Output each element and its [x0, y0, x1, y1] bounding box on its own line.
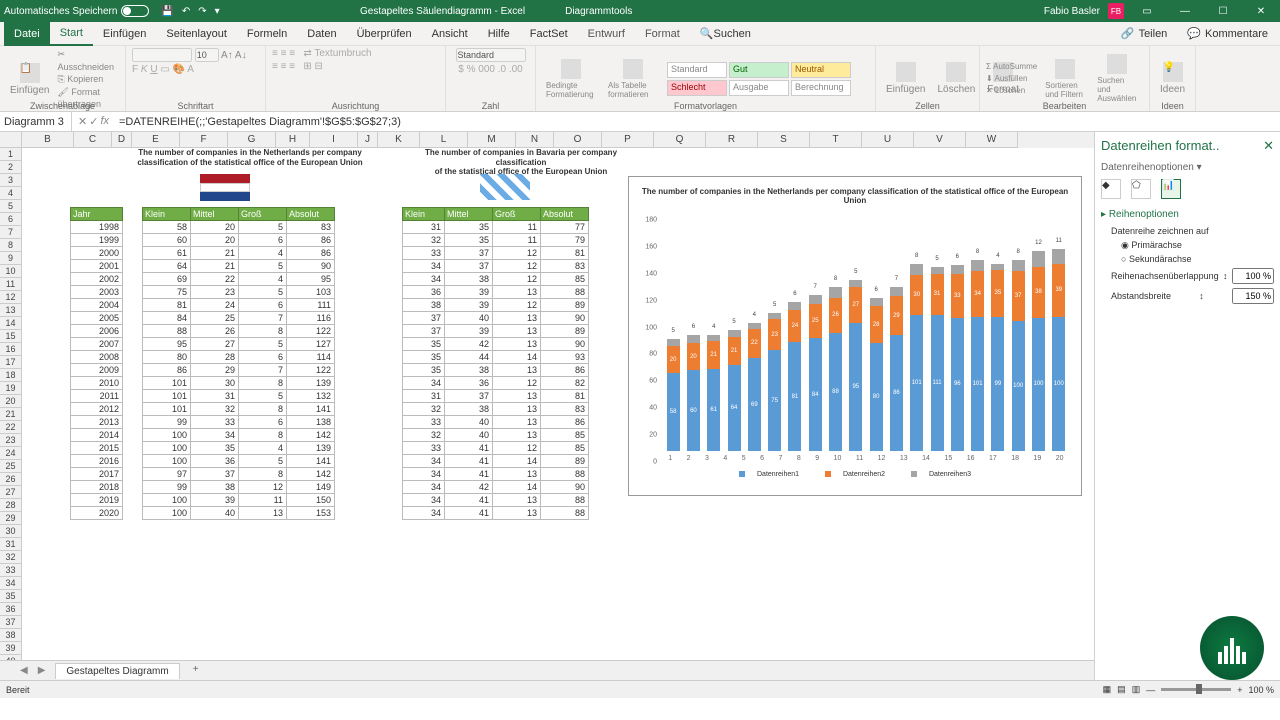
- chart-object[interactable]: The number of companies in the Netherlan…: [628, 176, 1082, 496]
- sheet-nav-prev-icon[interactable]: ◀: [20, 665, 28, 676]
- paste-button[interactable]: 📋Einfügen: [6, 61, 53, 98]
- series-options-tab-icon[interactable]: 📊: [1161, 179, 1181, 199]
- netherlands-flag-icon: [200, 174, 250, 200]
- search-box[interactable]: 🔍 Suchen: [690, 22, 761, 46]
- chart-legend[interactable]: Datenreihen1 Datenreihen2 Datenreihen3: [629, 469, 1081, 480]
- add-sheet-button[interactable]: +: [188, 663, 204, 679]
- ideas-button[interactable]: 💡Ideen: [1156, 60, 1189, 97]
- sort-filter-button[interactable]: Sortieren und Filtern: [1041, 57, 1089, 101]
- formula-input[interactable]: =DATENREIHE(;;'Gestapeltes Diagramm'!$G$…: [115, 116, 1280, 128]
- ribbon: 📋Einfügen ✂ Ausschneiden ⎘ Kopieren 🖌 Fo…: [0, 46, 1280, 112]
- find-select-button[interactable]: Suchen und Auswählen: [1093, 52, 1141, 105]
- delete-cells-button[interactable]: Löschen: [933, 60, 979, 97]
- fx-icon[interactable]: fx: [100, 115, 109, 128]
- sheet-tab-active[interactable]: Gestapeltes Diagramm: [55, 663, 179, 679]
- table-format-button: Als Tabelle formatieren: [604, 57, 662, 101]
- sheet-tabs: ◀ ▶ Gestapeltes Diagramm +: [0, 660, 1094, 680]
- accept-formula-icon[interactable]: ✓: [89, 115, 98, 128]
- format-pane: Datenreihen format..✕ Datenreihenoptione…: [1094, 132, 1280, 680]
- tab-daten[interactable]: Daten: [297, 22, 346, 46]
- bavaria-flag-icon: [480, 174, 530, 200]
- row-headers[interactable]: 1234567891011121314151617181920212223242…: [0, 148, 22, 660]
- column-headers[interactable]: BCDEFGHIJKLMNOPQRSTUVW: [0, 132, 1094, 148]
- table1-title: The number of companies in the Netherlan…: [92, 148, 408, 167]
- save-icon[interactable]: 💾: [161, 6, 173, 17]
- data-table-2: KleinMittelGroßAbsolut313511773235117933…: [402, 207, 589, 520]
- tab-format[interactable]: Format: [635, 22, 690, 46]
- conditional-format-button: Bedingte Formatierung: [542, 57, 600, 101]
- tab-seitenlayout[interactable]: Seitenlayout: [156, 22, 237, 46]
- minimize-icon[interactable]: —: [1170, 0, 1200, 22]
- chart-x-axis: 1234567891011121314151617181920: [661, 455, 1071, 469]
- close-icon[interactable]: ✕: [1246, 0, 1276, 22]
- sheet-nav-next-icon[interactable]: ▶: [38, 665, 46, 676]
- name-box[interactable]: Diagramm 3: [0, 112, 72, 131]
- zoom-in-icon[interactable]: +: [1237, 685, 1242, 695]
- effects-tab-icon[interactable]: ⬠: [1131, 179, 1151, 199]
- qat-more-icon[interactable]: ▾: [215, 6, 220, 17]
- cancel-formula-icon[interactable]: ✕: [78, 115, 87, 128]
- tab-entwurf[interactable]: Entwurf: [578, 22, 635, 46]
- tab-ueberpruefen[interactable]: Überprüfen: [347, 22, 422, 46]
- select-all-corner[interactable]: [0, 132, 22, 148]
- redo-icon[interactable]: ↷: [198, 6, 206, 17]
- status-text: Bereit: [6, 685, 30, 695]
- fill-line-tab-icon[interactable]: ◆: [1101, 179, 1121, 199]
- status-bar: Bereit ▦ ▤ ▥ — + 100 %: [0, 680, 1280, 698]
- chart-title: The number of companies in the Netherlan…: [629, 177, 1081, 209]
- tab-einfuegen[interactable]: Einfügen: [93, 22, 156, 46]
- cut-button[interactable]: ✂ Ausschneiden: [57, 48, 119, 73]
- formula-bar: Diagramm 3 ✕✓fx =DATENREIHE(;;'Gestapelt…: [0, 112, 1280, 132]
- tab-formeln[interactable]: Formeln: [237, 22, 297, 46]
- insert-cells-button[interactable]: Einfügen: [882, 60, 929, 97]
- undo-icon[interactable]: ↶: [182, 6, 190, 17]
- pane-close-icon[interactable]: ✕: [1263, 138, 1274, 154]
- menu-bar: Datei Start Einfügen Seitenlayout Formel…: [0, 22, 1280, 46]
- view-pagebreak-icon[interactable]: ▥: [1132, 684, 1141, 695]
- copy-button[interactable]: ⎘ Kopieren: [57, 73, 119, 86]
- zoom-slider[interactable]: [1161, 688, 1231, 691]
- title-bar: Automatisches Speichern 💾 ↶ ↷ ▾ Gestapel…: [0, 0, 1280, 22]
- chart-bars[interactable]: 5820560206612146421569224752358124684257…: [661, 209, 1071, 451]
- maximize-icon[interactable]: ☐: [1208, 0, 1238, 22]
- tab-file[interactable]: Datei: [4, 22, 50, 46]
- tab-factset[interactable]: FactSet: [520, 22, 578, 46]
- zoom-level[interactable]: 100 %: [1248, 685, 1274, 695]
- chart-y-axis: 020406080100120140160180: [635, 209, 659, 469]
- data-table-1: JahrKleinMittelGroßAbsolut19985820583199…: [70, 207, 335, 520]
- worksheet-cells[interactable]: The number of companies in the Netherlan…: [22, 148, 1094, 660]
- watermark-logo-icon: [1200, 616, 1264, 680]
- comments-button[interactable]: 💬 Kommentare: [1179, 27, 1276, 40]
- user-avatar-icon[interactable]: FB: [1108, 3, 1124, 19]
- chevron-down-icon[interactable]: ▾: [1197, 162, 1202, 173]
- share-button[interactable]: 🔗 Teilen: [1113, 27, 1175, 40]
- fontsize-select: [195, 48, 219, 62]
- secondary-axis-radio[interactable]: ○ Sekundärachse: [1121, 254, 1274, 264]
- tab-start[interactable]: Start: [50, 22, 93, 46]
- table2-title: The number of companies in Bavaria per c…: [416, 148, 626, 177]
- zoom-out-icon[interactable]: —: [1146, 685, 1155, 695]
- view-pagelayout-icon[interactable]: ▤: [1117, 684, 1126, 695]
- tab-ansicht[interactable]: Ansicht: [422, 22, 478, 46]
- view-normal-icon[interactable]: ▦: [1103, 684, 1112, 695]
- overlap-input[interactable]: [1232, 268, 1274, 284]
- primary-axis-radio[interactable]: ◉ Primärachse: [1121, 240, 1274, 251]
- series-options-section[interactable]: ▸ Reihenoptionen: [1101, 209, 1274, 220]
- font-select: [132, 48, 192, 62]
- ribbon-options-icon[interactable]: ▭: [1132, 0, 1162, 22]
- gap-input[interactable]: [1232, 288, 1274, 304]
- number-format: [456, 48, 526, 62]
- autosave-toggle[interactable]: Automatisches Speichern: [4, 5, 149, 17]
- user-name[interactable]: Fabio Basler: [1044, 6, 1100, 17]
- tab-hilfe[interactable]: Hilfe: [478, 22, 520, 46]
- pane-title: Datenreihen format..: [1101, 138, 1220, 154]
